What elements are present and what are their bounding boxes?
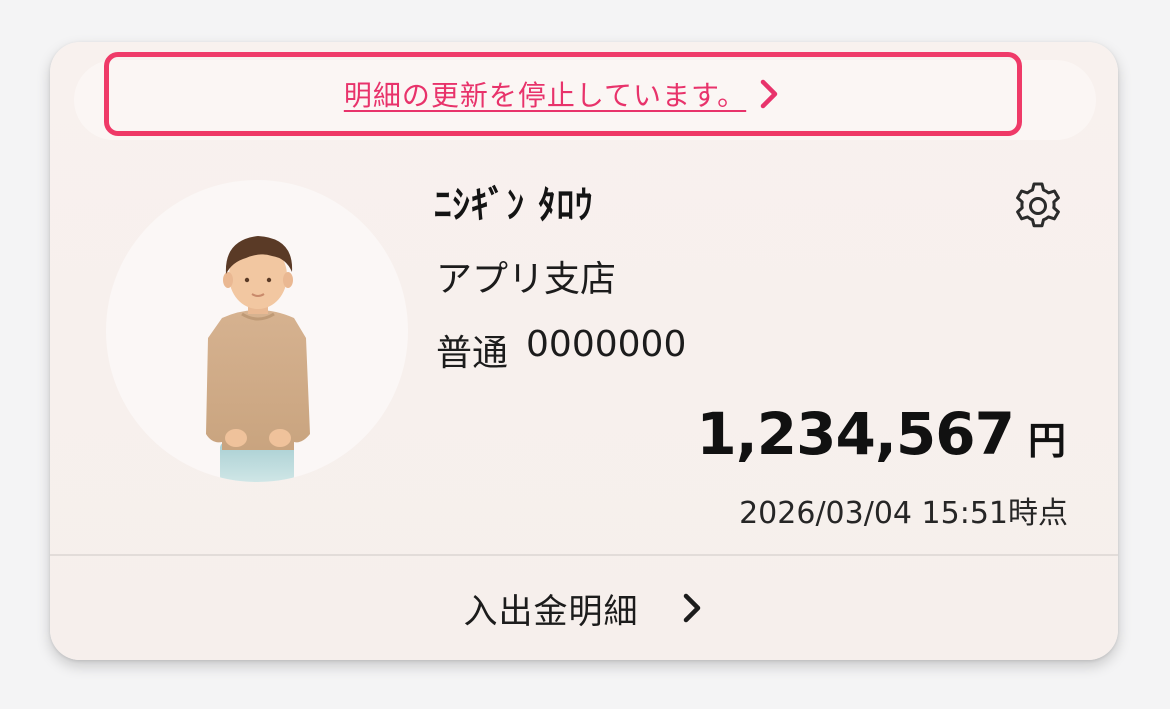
person-avatar-icon (206, 236, 310, 482)
account-number: 0000000 (526, 324, 687, 365)
balance-timestamp: 2026/03/04 15:51時点 (739, 496, 1068, 531)
account-type: 普通 (436, 333, 509, 374)
branch-name: アプリ支店 (436, 259, 617, 300)
chevron-right-icon (683, 593, 700, 623)
gear-icon[interactable] (1010, 178, 1066, 234)
account-card: 明細の更新を停止しています。 ﾆｼｷﾞﾝ ﾀﾛｳ アプリ支店 普通 000000… (50, 42, 1118, 660)
transaction-history-label[interactable]: 入出金明細 (464, 584, 639, 633)
balance-unit: 円 (1027, 419, 1066, 463)
account-holder-name: ﾆｼｷﾞﾝ ﾀﾛｳ (434, 183, 594, 227)
avatar (106, 180, 408, 482)
transaction-history-link[interactable]: 入出金明細 (50, 556, 1118, 660)
balance: 1,234,567 円 (696, 400, 1066, 468)
balance-amount: 1,234,567 (696, 400, 1015, 468)
account-info: 普通 0000000 (436, 324, 686, 376)
notice-link-highlight[interactable]: 明細の更新を停止しています。 (104, 52, 1022, 136)
chevron-right-icon (760, 79, 778, 109)
notice-link[interactable]: 明細の更新を停止しています。 (344, 74, 782, 114)
notice-text[interactable]: 明細の更新を停止しています。 (344, 74, 746, 114)
